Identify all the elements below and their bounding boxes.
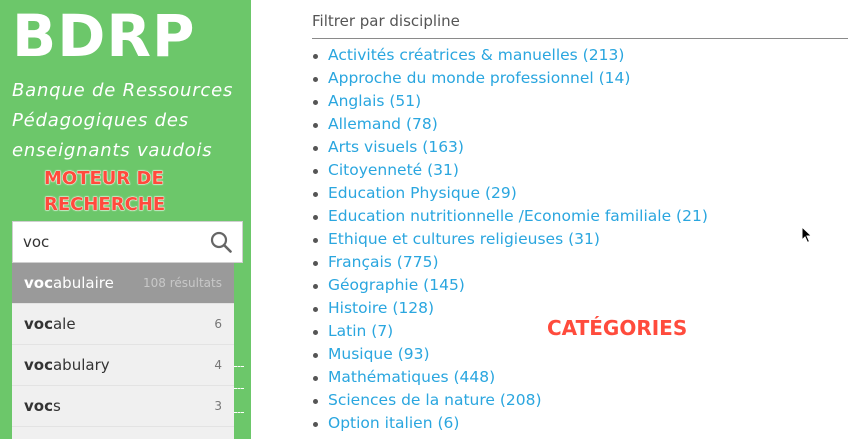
bullet-icon (313, 261, 318, 266)
bullet-icon (313, 100, 318, 105)
bullet-icon (313, 376, 318, 381)
suggestion-term: vocabulaire (24, 274, 114, 292)
tagline-line: Banque de Ressources (12, 80, 234, 101)
suggestion-rest: s (52, 397, 61, 415)
bullet-icon (313, 307, 318, 312)
suggestion-match: voc (24, 397, 53, 415)
bullet-icon (313, 422, 318, 427)
category-item: Musique (93) (312, 343, 708, 366)
mouse-cursor-icon (801, 226, 813, 244)
autocomplete-list: vocabulaire 108 résultats vocale 6 vocab… (12, 263, 234, 439)
search-engine-annotation: MOTEUR DE RECHERCHE (44, 166, 166, 218)
category-link[interactable]: Approche du monde professionnel (14) (328, 69, 630, 87)
bullet-icon (313, 399, 318, 404)
search-icon[interactable] (210, 231, 232, 253)
category-link[interactable]: Latin (7) (328, 322, 393, 340)
bullet-icon (313, 146, 318, 151)
tagline-line: Pédagogiques des (12, 110, 189, 131)
category-list: Activités créatrices & manuelles (213) Ap… (312, 44, 708, 435)
category-item: Education Physique (29) (312, 182, 708, 205)
suggestion-count: 108 résultats (143, 276, 222, 290)
suggestion-term: vocale (24, 315, 76, 333)
bullet-icon (313, 238, 318, 243)
category-link[interactable]: Arts visuels (163) (328, 138, 464, 156)
category-item: Arts visuels (163) (312, 136, 708, 159)
search-input[interactable] (23, 222, 203, 262)
category-item: Anglais (51) (312, 90, 708, 113)
annotation-line: RECHERCHE (44, 194, 166, 216)
category-link[interactable]: Anglais (51) (328, 92, 421, 110)
divider-dash (234, 366, 244, 367)
bullet-icon (313, 169, 318, 174)
category-link[interactable]: Education nutritionnelle /Economie famil… (328, 207, 708, 225)
bullet-icon (313, 77, 318, 82)
category-link[interactable]: Activités créatrices & manuelles (213) (328, 46, 624, 64)
suggestion-item[interactable]: vocabulary 4 (12, 345, 234, 386)
suggestion-rest: ale (52, 315, 76, 333)
category-item: Citoyenneté (31) (312, 159, 708, 182)
category-item: Approche du monde professionnel (14) (312, 67, 708, 90)
category-link[interactable]: Citoyenneté (31) (328, 161, 459, 179)
suggestion-count: 4 (214, 358, 222, 372)
category-item: Français (775) (312, 251, 708, 274)
suggestion-term: vocabulary (24, 356, 110, 374)
category-item: Géographie (145) (312, 274, 708, 297)
bullet-icon (313, 123, 318, 128)
tagline-line: enseignants vaudois (12, 140, 213, 161)
category-link[interactable]: Allemand (78) (328, 115, 438, 133)
category-item: Education nutritionnelle /Economie famil… (312, 205, 708, 228)
suggestion-count: 3 (214, 399, 222, 413)
category-link[interactable]: Option italien (6) (328, 414, 459, 432)
suggestion-match: voc (24, 274, 53, 292)
category-link[interactable]: Education Physique (29) (328, 184, 517, 202)
bullet-icon (313, 54, 318, 59)
bullet-icon (313, 284, 318, 289)
site-tagline: Banque de Ressources Pédagogiques des en… (12, 76, 247, 166)
category-link[interactable]: Ethique et cultures religieuses (31) (328, 230, 600, 248)
divider-dash (234, 412, 244, 413)
main-content: Filtrer par discipline Activités créatri… (312, 0, 848, 439)
suggestion-rest: abulary (52, 356, 110, 374)
bullet-icon (313, 192, 318, 197)
category-item: Option italien (6) (312, 412, 708, 435)
heading-divider (312, 38, 848, 39)
annotation-line: MOTEUR DE (44, 168, 164, 190)
category-item: Sciences de la nature (208) (312, 389, 708, 412)
category-item: Activités créatrices & manuelles (213) (312, 44, 708, 67)
filter-heading: Filtrer par discipline (312, 12, 460, 30)
category-link[interactable]: Français (775) (328, 253, 439, 271)
category-link[interactable]: Géographie (145) (328, 276, 465, 294)
category-item: Mathématiques (448) (312, 366, 708, 389)
sidebar: BDRP Banque de Ressources Pédagogiques d… (0, 0, 251, 439)
category-link[interactable]: Musique (93) (328, 345, 430, 363)
suggestion-count: 6 (214, 317, 222, 331)
category-item: Ethique et cultures religieuses (31) (312, 228, 708, 251)
suggestion-item-partial[interactable] (12, 427, 234, 439)
categories-annotation: CATÉGORIES (547, 316, 688, 341)
category-link[interactable]: Histoire (128) (328, 299, 434, 317)
suggestion-match: voc (24, 315, 53, 333)
suggestion-item[interactable]: vocale 6 (12, 304, 234, 345)
bullet-icon (313, 215, 318, 220)
suggestion-rest: abulaire (52, 274, 114, 292)
search-box[interactable] (12, 221, 243, 263)
bullet-icon (313, 353, 318, 358)
suggestion-term: vocs (24, 397, 61, 415)
suggestion-item[interactable]: vocs 3 (12, 386, 234, 427)
suggestion-match: voc (24, 356, 53, 374)
site-logo[interactable]: BDRP (12, 4, 196, 68)
bullet-icon (313, 330, 318, 335)
suggestion-item[interactable]: vocabulaire 108 résultats (12, 263, 234, 304)
category-link[interactable]: Mathématiques (448) (328, 368, 495, 386)
category-item: Allemand (78) (312, 113, 708, 136)
category-link[interactable]: Sciences de la nature (208) (328, 391, 542, 409)
divider-dash (234, 388, 244, 389)
